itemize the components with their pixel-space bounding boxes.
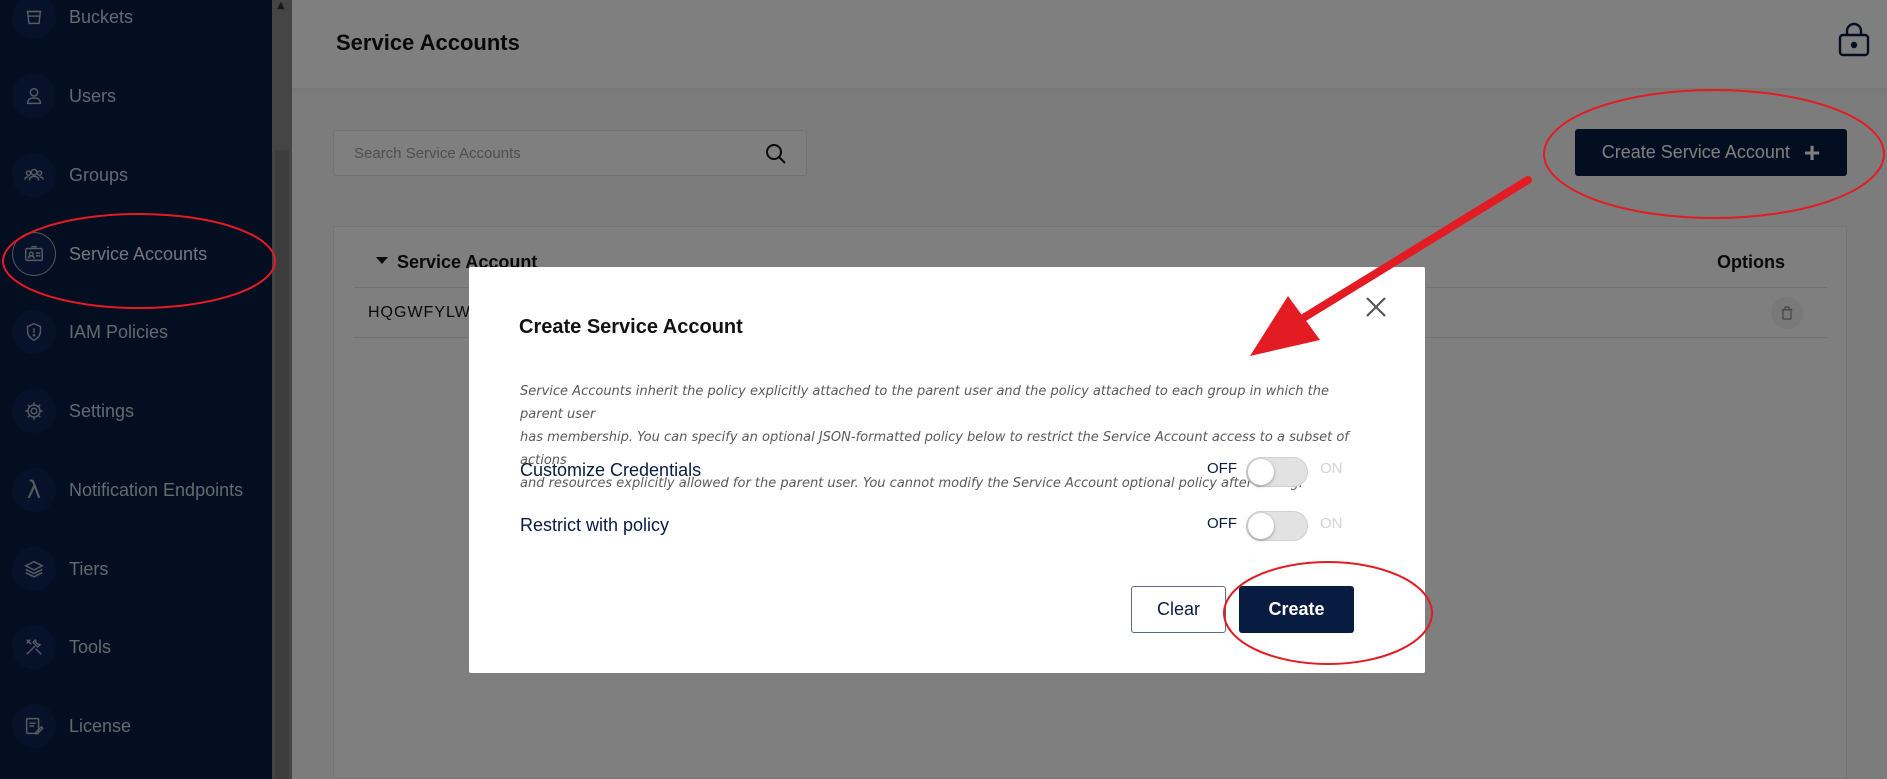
modal-description-line: Service Accounts inherit the policy expl… (520, 384, 1329, 422)
create-button[interactable]: Create (1239, 586, 1354, 633)
clear-button[interactable]: Clear (1131, 586, 1226, 633)
customize-credentials-off-label: OFF (1207, 460, 1237, 477)
customize-credentials-on-label: ON (1320, 460, 1343, 477)
customize-credentials-label: Customize Credentials (520, 460, 702, 480)
restrict-with-policy-label: Restrict with policy (520, 515, 670, 535)
close-icon[interactable] (1363, 294, 1389, 320)
restrict-with-policy-off-label: OFF (1207, 515, 1237, 532)
restrict-with-policy-toggle[interactable] (1246, 511, 1308, 541)
toggle-knob (1248, 513, 1274, 539)
toggle-knob (1248, 459, 1274, 485)
customize-credentials-toggle[interactable] (1246, 457, 1308, 487)
restrict-with-policy-on-label: ON (1320, 515, 1343, 532)
modal-title: Create Service Account (519, 316, 743, 338)
